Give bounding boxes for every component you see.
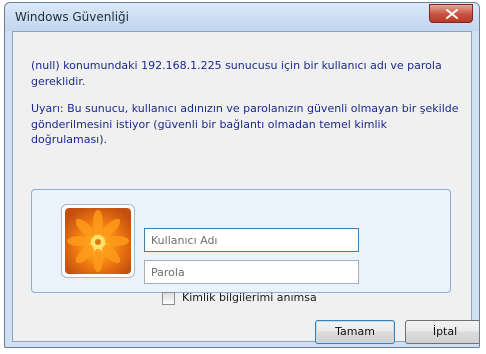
warning-message: Uyarı: Bu sunucu, kullanıcı adınızın ve … bbox=[31, 102, 459, 146]
close-icon bbox=[446, 9, 458, 19]
dialog-title: Windows Güvenliği bbox=[15, 10, 129, 24]
remember-checkbox[interactable] bbox=[162, 292, 175, 305]
password-input[interactable] bbox=[145, 261, 358, 283]
remember-label: Kimlik bilgilerimi anımsa bbox=[182, 291, 317, 304]
close-button[interactable] bbox=[429, 4, 473, 23]
user-tile[interactable] bbox=[61, 204, 135, 278]
flower-user-picture-icon bbox=[65, 208, 131, 274]
username-input[interactable] bbox=[145, 229, 358, 251]
username-field[interactable] bbox=[144, 228, 359, 252]
credential-panel: Kimlik bilgilerimi anımsa bbox=[31, 189, 451, 305]
password-field[interactable] bbox=[144, 260, 359, 284]
server-message: (null) konumundaki 192.168.1.225 sunucus… bbox=[31, 59, 442, 88]
title-bar[interactable]: Windows Güvenliği bbox=[5, 3, 479, 31]
dialog-body: (null) konumundaki 192.168.1.225 sunucus… bbox=[12, 31, 479, 344]
cancel-button[interactable]: İptal bbox=[405, 320, 479, 344]
ok-button[interactable]: Tamam bbox=[315, 320, 395, 344]
dialog-window: Windows Güvenliği (null) konumundaki 192… bbox=[4, 2, 480, 348]
